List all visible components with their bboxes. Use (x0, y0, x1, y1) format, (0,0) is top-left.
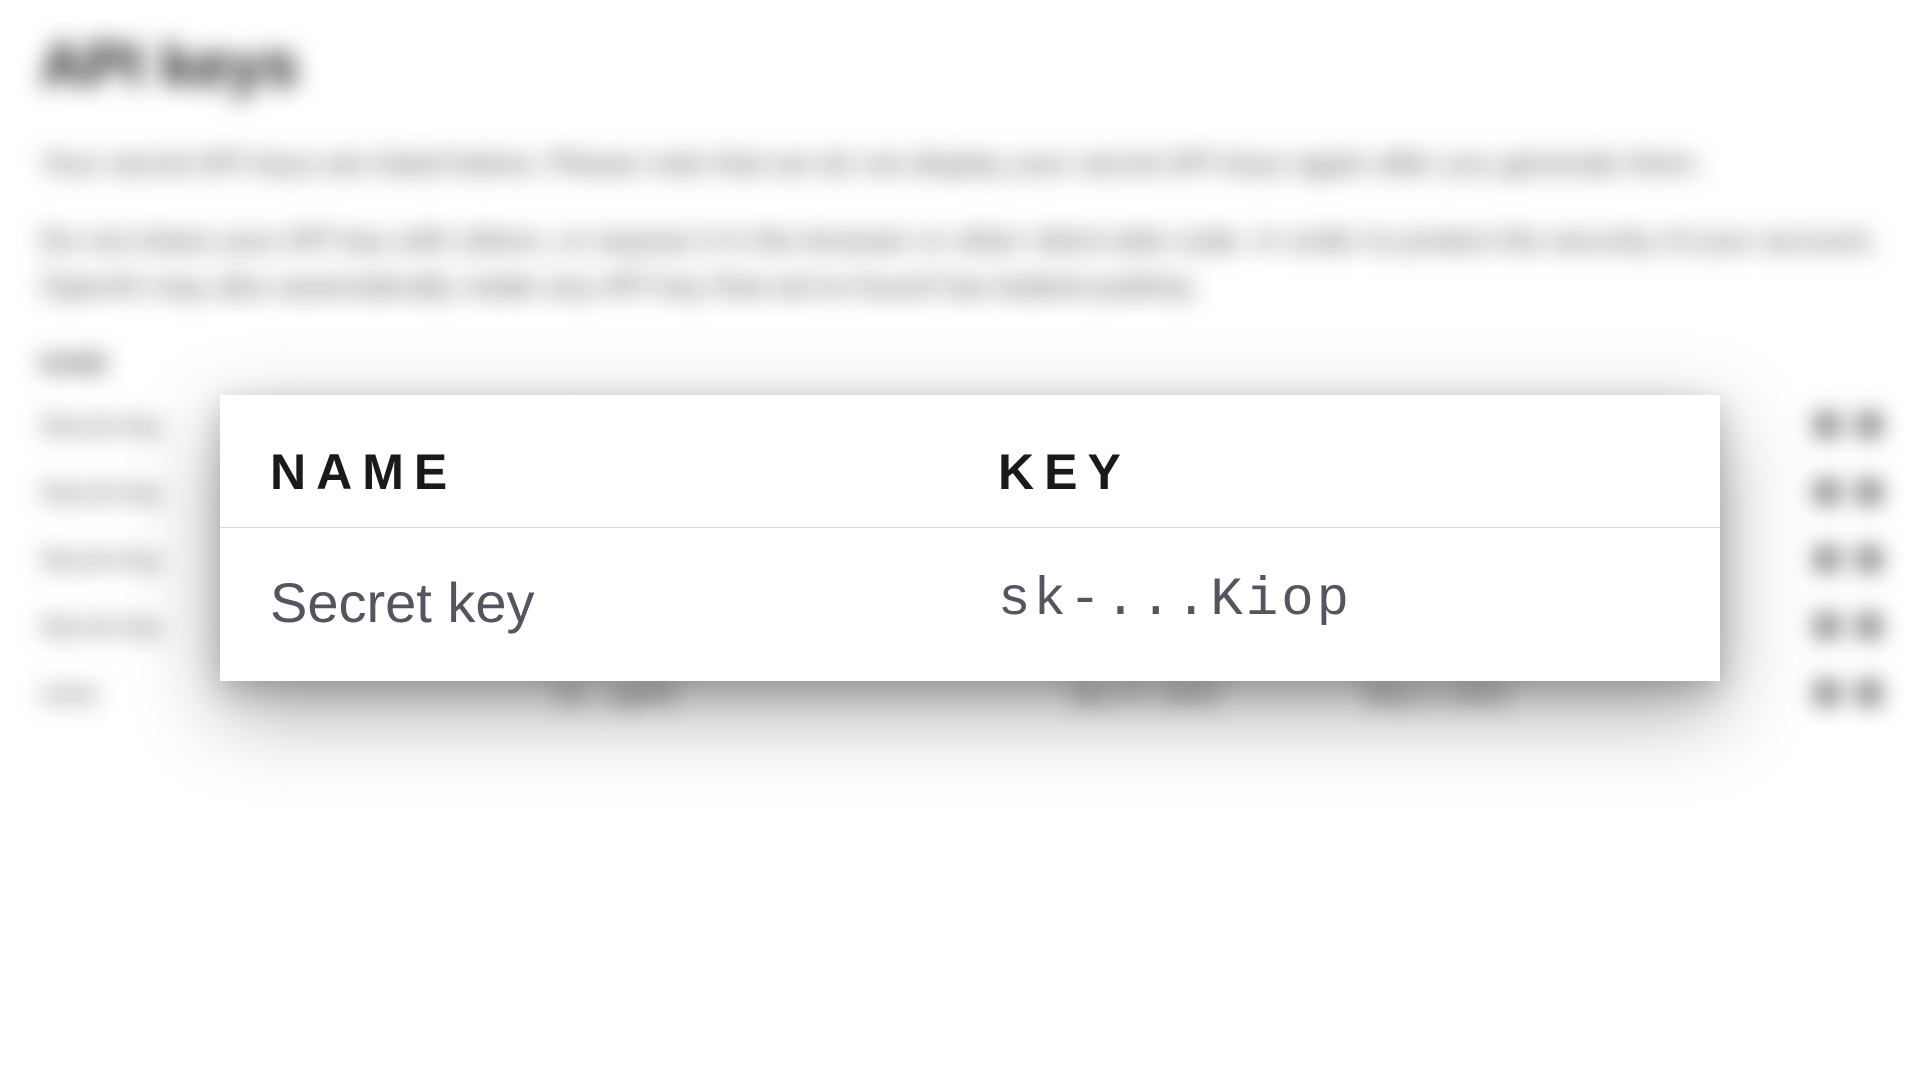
card-key-value: sk-...Kiop (998, 570, 1670, 635)
api-key-highlight-card: NAME KEY Secret key sk-...Kiop (220, 395, 1720, 681)
delete-icon[interactable] (1858, 682, 1880, 704)
delete-icon[interactable] (1858, 615, 1880, 637)
card-row: Secret key sk-...Kiop (220, 528, 1720, 681)
delete-icon[interactable] (1858, 481, 1880, 503)
row-key: sk-...qpM4 (555, 678, 1070, 709)
card-header-key: KEY (998, 443, 1670, 501)
delete-icon[interactable] (1858, 414, 1880, 436)
edit-icon[interactable] (1816, 615, 1838, 637)
row-name: none (40, 678, 555, 709)
card-key-name: Secret key (270, 570, 998, 635)
row-actions (1659, 682, 1880, 704)
card-header: NAME KEY (220, 395, 1720, 528)
edit-icon[interactable] (1816, 414, 1838, 436)
intro-paragraph-1: Your secret API keys are listed below. P… (40, 141, 1880, 188)
edit-icon[interactable] (1816, 548, 1838, 570)
delete-icon[interactable] (1858, 548, 1880, 570)
page-title: API keys (40, 30, 1880, 101)
edit-icon[interactable] (1816, 481, 1838, 503)
row-created: Apr 27, 2023 (1070, 678, 1364, 709)
row-lastused: May 2, 2023 (1365, 678, 1659, 709)
card-header-name: NAME (270, 443, 998, 501)
table-header-name: NAME (40, 351, 1880, 392)
intro-paragraph-2: Do not share your API key with others, o… (40, 218, 1880, 311)
edit-icon[interactable] (1816, 682, 1838, 704)
